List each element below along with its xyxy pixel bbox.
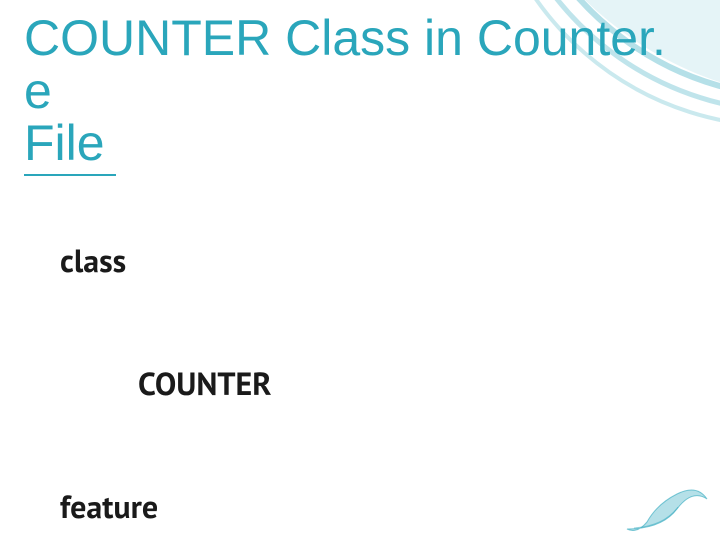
decorative-curl-icon [622,474,712,534]
code-line-feature: feature [60,486,357,527]
code-block: class COUNTER feature value : INTEGER en… [60,158,357,540]
code-line-class: class [60,240,357,281]
slide-title-line-1: COUNTER Class in Counter. e [24,10,666,119]
code-line-counter: COUNTER [60,363,357,404]
slide: COUNTER Class in Counter. e File class C… [0,0,720,540]
slide-title: COUNTER Class in Counter. e File [24,12,696,176]
